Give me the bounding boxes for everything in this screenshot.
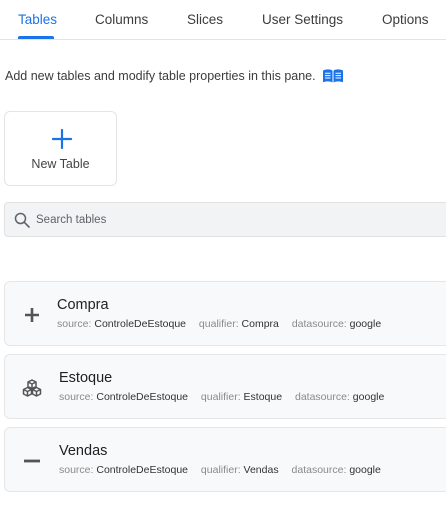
source-value: ControleDeEstoque: [96, 464, 188, 476]
search-icon: [14, 212, 30, 233]
tab-user-settings[interactable]: User Settings: [262, 12, 343, 27]
datasource-value: google: [352, 391, 385, 403]
table-name: Compra: [57, 297, 109, 313]
datasource-label: datasource:: [295, 391, 350, 403]
minus-icon: [21, 451, 43, 471]
boxes-icon: [21, 378, 43, 398]
source-value: ControleDeEstoque: [94, 318, 186, 330]
table-meta: source: ControleDeEstoque qualifier: Ven…: [59, 464, 381, 476]
tab-bar: Tables Columns Slices User Settings Opti…: [0, 0, 446, 40]
tab-options[interactable]: Options: [382, 12, 429, 27]
datasource-label: datasource:: [291, 318, 347, 330]
qualifier-label: qualifier:: [200, 391, 241, 403]
source-label: source:: [59, 391, 94, 403]
table-meta: source: ControleDeEstoque qualifier: Com…: [57, 318, 381, 330]
active-tab-indicator: [18, 36, 54, 39]
plus-icon: [21, 305, 43, 325]
source-label: source:: [57, 318, 92, 330]
datasource-value: google: [349, 464, 381, 476]
source-label: source:: [59, 464, 94, 476]
search-bar: [4, 202, 446, 237]
search-input[interactable]: [36, 211, 416, 229]
table-meta: source: ControleDeEstoque qualifier: Est…: [59, 391, 384, 403]
qualifier-value: Vendas: [243, 464, 279, 476]
qualifier-label: qualifier:: [200, 464, 241, 476]
intro-row: Add new tables and modify table properti…: [5, 66, 344, 86]
intro-text: Add new tables and modify table properti…: [5, 69, 316, 83]
qualifier-value: Estoque: [243, 391, 283, 403]
table-card-compra[interactable]: Compra source: ControleDeEstoque qualifi…: [4, 281, 446, 346]
plus-icon: [51, 128, 73, 154]
datasource-value: google: [349, 318, 382, 330]
new-table-label: New Table: [31, 157, 90, 171]
table-name: Estoque: [59, 370, 113, 386]
table-card-estoque[interactable]: Estoque source: ControleDeEstoque qualif…: [4, 354, 446, 419]
qualifier-value: Compra: [241, 318, 279, 330]
qualifier-label: qualifier:: [198, 318, 239, 330]
table-name: Vendas: [59, 443, 108, 459]
tab-tables[interactable]: Tables: [18, 12, 57, 27]
datasource-label: datasource:: [291, 464, 347, 476]
source-value: ControleDeEstoque: [96, 391, 188, 403]
tab-columns[interactable]: Columns: [95, 12, 148, 27]
table-card-vendas[interactable]: Vendas source: ControleDeEstoque qualifi…: [4, 427, 446, 492]
tab-slices[interactable]: Slices: [187, 12, 223, 27]
book-icon[interactable]: [322, 68, 344, 84]
new-table-button[interactable]: New Table: [4, 111, 117, 186]
